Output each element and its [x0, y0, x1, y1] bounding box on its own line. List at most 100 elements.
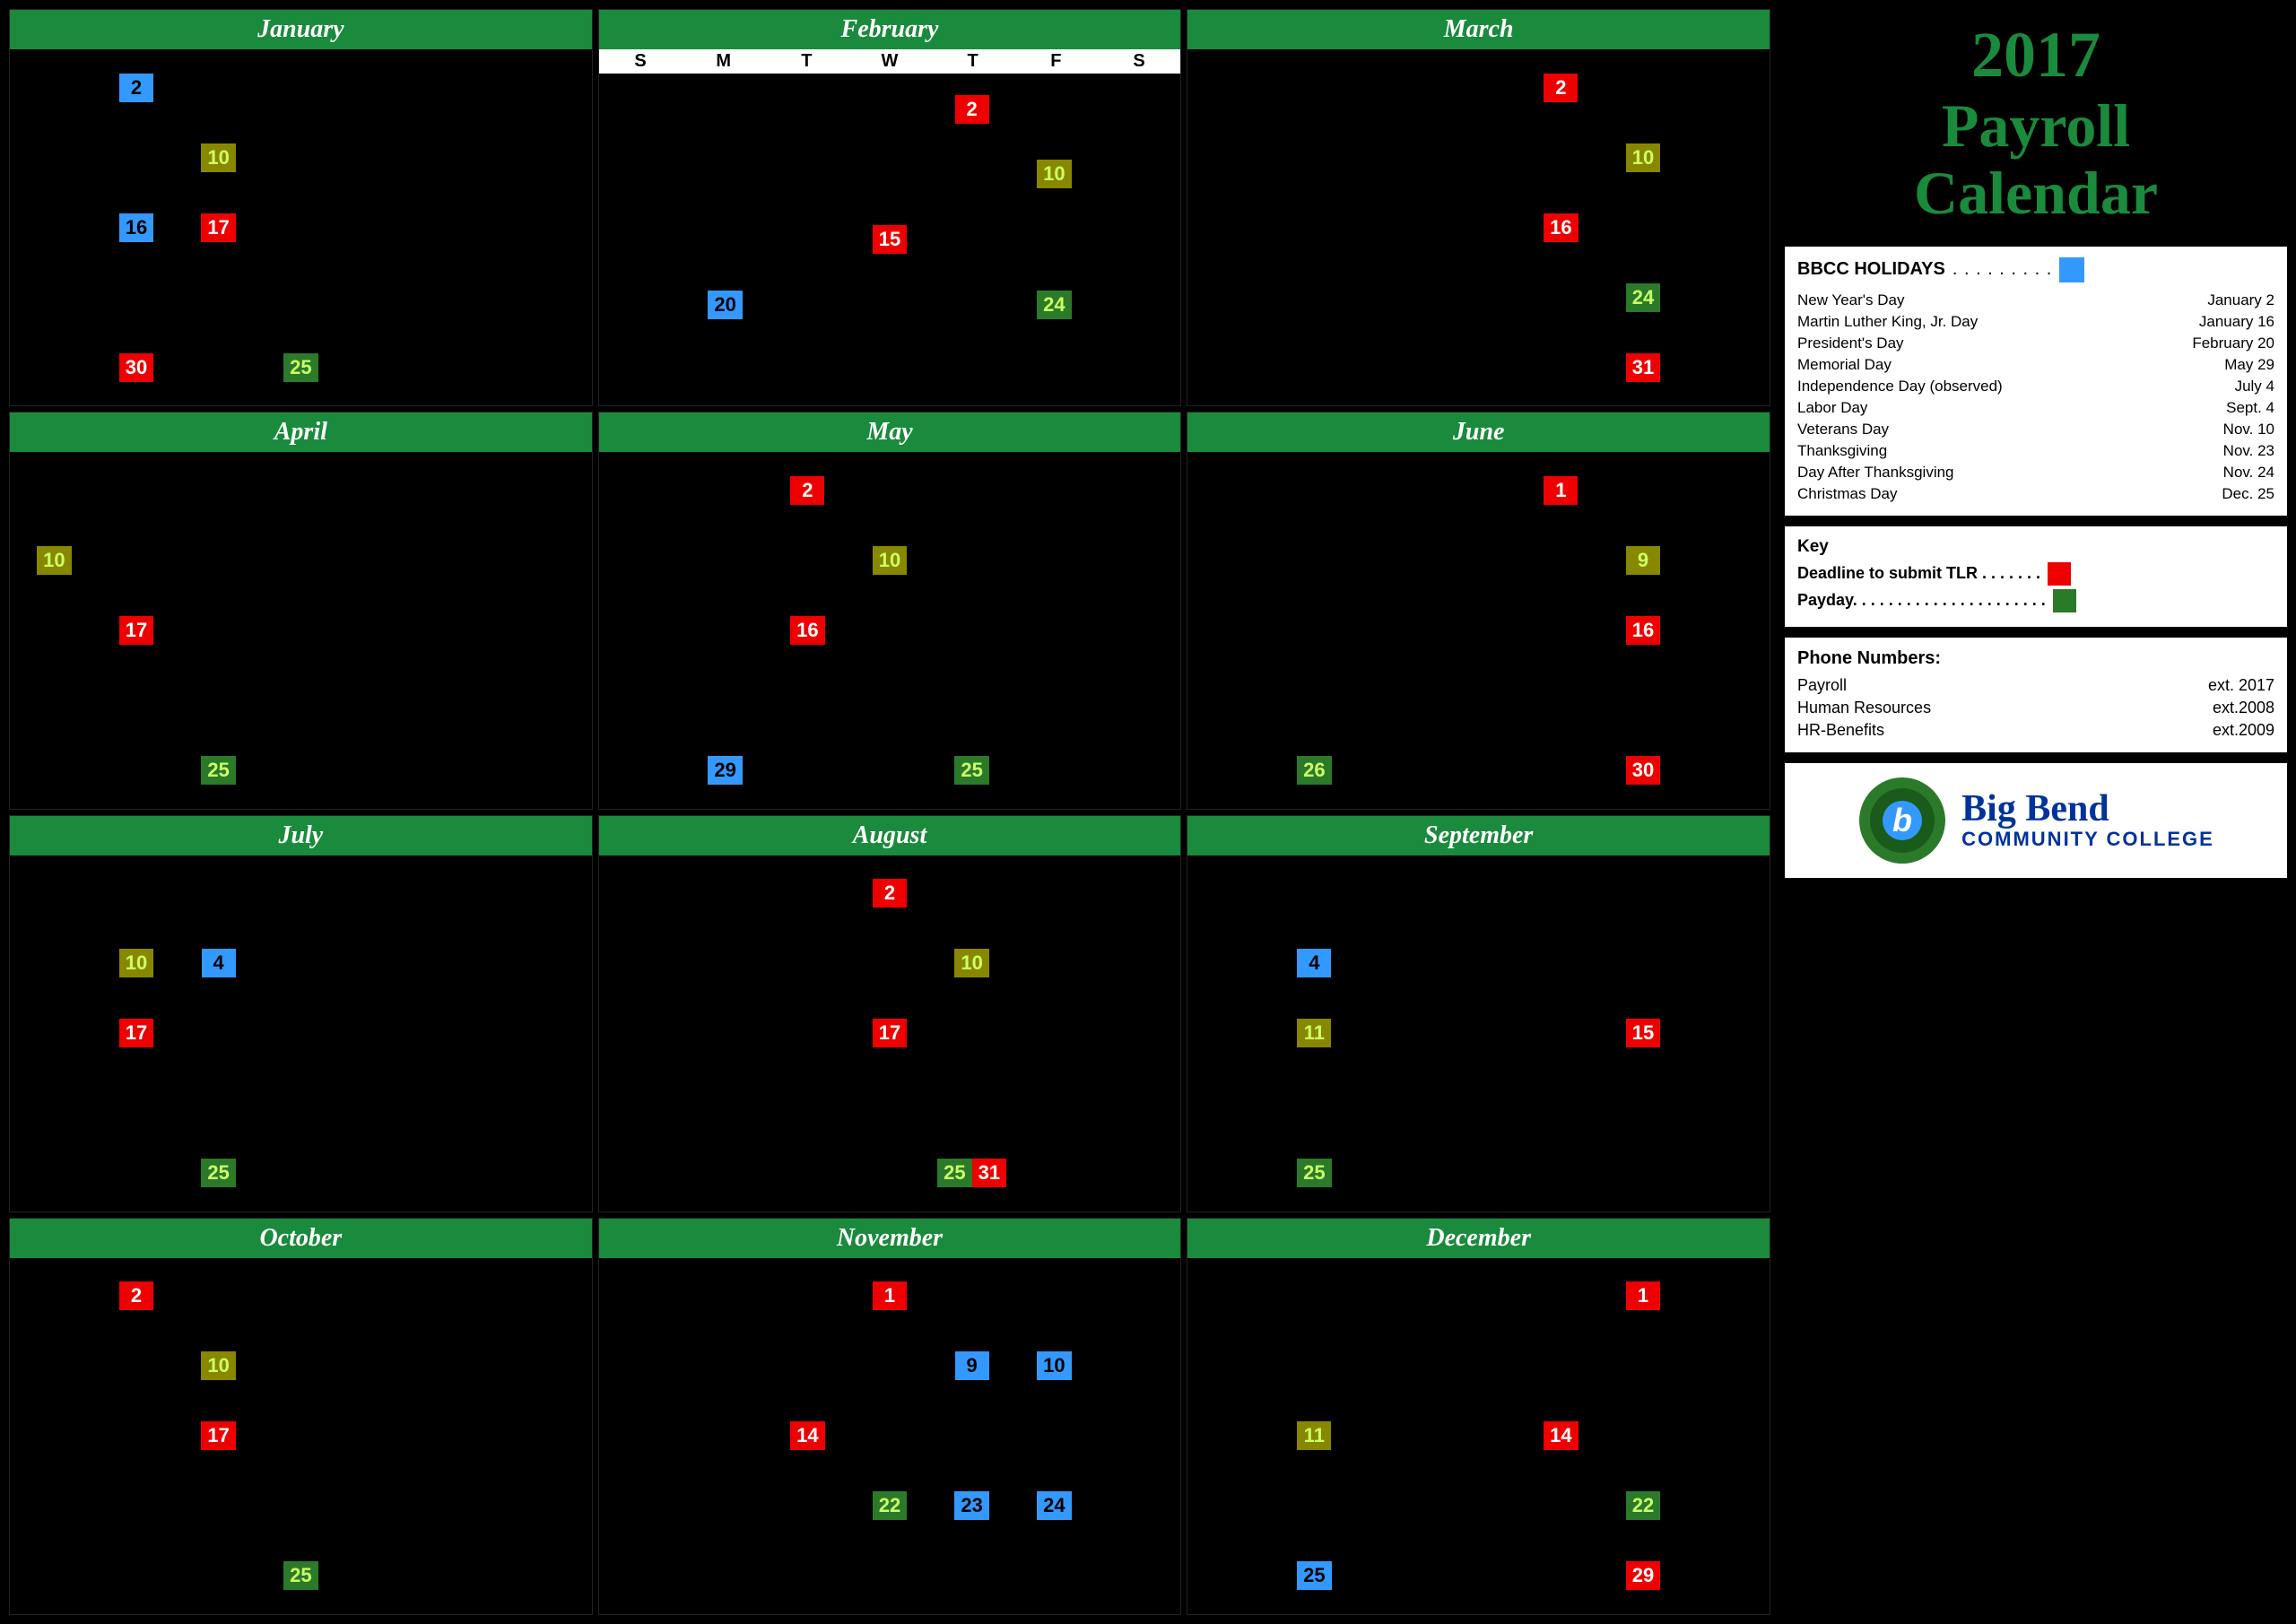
cal-cell	[1013, 1262, 1095, 1331]
cal-cell	[1191, 929, 1273, 998]
payday-square	[2053, 589, 2076, 612]
month-header: September	[1187, 816, 1770, 855]
cal-cell: 1	[1520, 456, 1602, 525]
cal-cell	[1520, 525, 1602, 595]
cal-cell	[13, 1262, 95, 1331]
cal-cell: 10	[178, 1332, 259, 1401]
cal-cell	[684, 338, 766, 403]
cal-cell	[1191, 999, 1273, 1068]
cal-cell	[260, 999, 342, 1068]
cal-cell	[424, 929, 506, 998]
cal-cell	[1356, 735, 1438, 804]
day-header-label: M	[682, 49, 765, 74]
cal-cell	[603, 1472, 684, 1541]
date-badge: 31	[972, 1159, 1006, 1187]
month-header: December	[1187, 1219, 1770, 1258]
cal-cell	[1438, 1262, 1519, 1331]
holiday-name: President's Day	[1797, 334, 1904, 352]
day-header-label: F	[1014, 49, 1098, 74]
cal-cell	[684, 143, 766, 207]
cal-cell	[767, 735, 848, 804]
cal-cell	[1013, 1139, 1095, 1208]
cal-cell	[507, 123, 588, 192]
date-badge: 22	[1626, 1491, 1660, 1520]
cal-cell	[849, 1069, 931, 1138]
date-badge: 25	[1297, 1561, 1331, 1590]
date-badge: 2	[1544, 74, 1578, 102]
holidays-dots: . . . . . . . . .	[1952, 259, 2052, 280]
month-header: October	[10, 1219, 592, 1258]
cal-cell	[260, 123, 342, 192]
cal-cell: 17	[96, 999, 178, 1068]
month-grid: 19162630	[1187, 452, 1770, 808]
holiday-name: Martin Luther King, Jr. Day	[1797, 313, 1978, 331]
cal-cell	[343, 595, 424, 664]
cal-cell	[260, 859, 342, 928]
cal-cell	[424, 1069, 506, 1138]
cal-cell	[1356, 193, 1438, 262]
cal-cell	[1603, 665, 1684, 734]
cal-cell	[1191, 1541, 1273, 1611]
cal-cell: 24	[1603, 263, 1684, 332]
holiday-date: Nov. 23	[2223, 442, 2274, 460]
logo-icon: b	[1857, 776, 1947, 865]
title-block: 2017 Payroll Calendar	[1785, 9, 2287, 236]
cal-cell	[1520, 1139, 1602, 1208]
cal-cell	[1096, 595, 1178, 664]
month-grid: 210152024	[599, 74, 1181, 405]
cal-cell	[178, 1472, 259, 1541]
month-november: November191014222324	[598, 1218, 1182, 1615]
cal-cell	[1096, 1332, 1178, 1401]
cal-cell: 10	[1013, 1332, 1095, 1401]
cal-cell	[178, 333, 259, 402]
holiday-row: Martin Luther King, Jr. DayJanuary 16	[1797, 311, 2274, 333]
cal-cell	[1684, 53, 1766, 122]
cal-cell	[1438, 665, 1519, 734]
phone-box: Phone Numbers:Payrollext. 2017Human Reso…	[1785, 638, 2287, 752]
cal-cell	[684, 207, 766, 272]
cal-cell	[13, 263, 95, 332]
cal-cell	[260, 665, 342, 734]
month-august: August210172531	[598, 815, 1182, 1212]
cal-cell	[1520, 859, 1602, 928]
date-badge: 30	[1626, 756, 1660, 785]
cal-cell	[424, 456, 506, 525]
cal-cell	[1013, 595, 1095, 664]
cal-cell: 1	[849, 1262, 931, 1331]
cal-cell	[343, 999, 424, 1068]
cal-cell	[1603, 193, 1684, 262]
cal-cell	[1520, 1472, 1602, 1541]
date-badge: 20	[708, 291, 742, 319]
cal-cell	[1191, 1332, 1273, 1401]
cal-cell: 26	[1274, 735, 1355, 804]
cal-cell	[260, 929, 342, 998]
cal-cell	[1520, 735, 1602, 804]
cal-cell: 16	[767, 595, 848, 664]
cal-cell	[1013, 1402, 1095, 1471]
date-badge: 31	[1626, 353, 1660, 382]
date-badge: 26	[1297, 756, 1331, 785]
cal-cell: 10	[13, 525, 95, 595]
cal-cell	[13, 1541, 95, 1611]
cal-cell	[96, 1402, 178, 1471]
cal-cell	[849, 338, 931, 403]
holiday-row: Labor DaySept. 4	[1797, 397, 2274, 419]
date-badge: 22	[873, 1491, 907, 1520]
cal-cell	[849, 929, 931, 998]
cal-cell	[931, 143, 1013, 207]
month-header: March	[1187, 10, 1770, 49]
date-badge: 16	[1544, 213, 1578, 242]
cal-cell	[849, 273, 931, 337]
holiday-date: February 20	[2192, 334, 2274, 352]
holiday-date: Nov. 10	[2223, 421, 2274, 439]
cal-cell	[1356, 263, 1438, 332]
date-badge: 30	[119, 353, 153, 382]
cal-cell	[424, 735, 506, 804]
cal-cell	[260, 53, 342, 122]
cal-cell	[603, 207, 684, 272]
month-december: December11114222529	[1187, 1218, 1770, 1615]
date-badge: 10	[37, 546, 71, 575]
holiday-row: Day After ThanksgivingNov. 24	[1797, 462, 2274, 483]
cal-cell	[1096, 456, 1178, 525]
cal-cell	[1013, 456, 1095, 525]
